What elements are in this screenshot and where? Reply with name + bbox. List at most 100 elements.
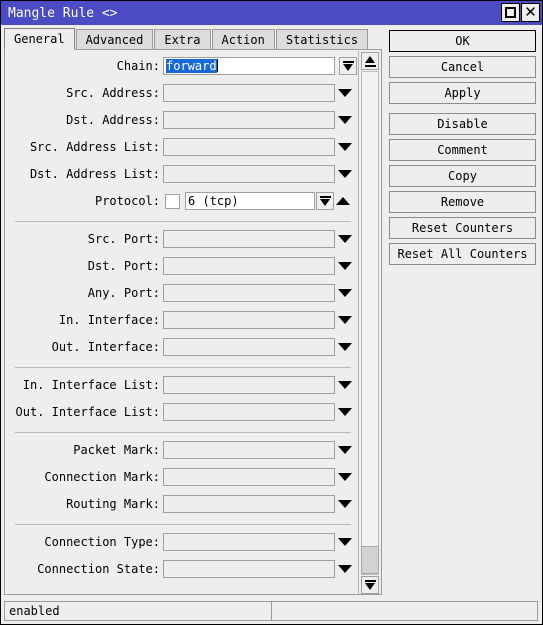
field-row-src-address-list: Src. Address List: — [5, 137, 357, 157]
field-row-dst-address: Dst. Address: — [5, 110, 357, 130]
chain-input-value: forward — [166, 59, 217, 73]
connection-mark-input[interactable] — [163, 468, 335, 486]
dst-port-input[interactable] — [163, 257, 335, 275]
src-port-dropdown-icon[interactable] — [338, 230, 352, 248]
field-row-connection-mark: Connection Mark: — [5, 467, 357, 487]
chain-dropdown-button[interactable] — [339, 57, 357, 75]
close-icon: ✕ — [524, 3, 537, 21]
mangle-rule-dialog: Mangle Rule <> ✕ General Advanced Extra … — [0, 0, 543, 625]
copy-button-label: Copy — [448, 169, 477, 183]
src-address-list-label: Src. Address List: — [29, 140, 160, 154]
tab-extra[interactable]: Extra — [154, 29, 211, 50]
protocol-checkbox[interactable] — [165, 193, 180, 209]
protocol-input[interactable]: 6 (tcp) — [185, 192, 315, 210]
out-interface-list-dropdown-icon[interactable] — [338, 403, 352, 421]
field-row-in-interface-list: In. Interface List: — [5, 375, 357, 395]
connection-state-label: Connection State: — [37, 562, 160, 576]
chain-input[interactable]: forward — [163, 57, 335, 75]
src-port-input[interactable] — [163, 230, 335, 248]
tab-advanced-label: Advanced — [85, 33, 144, 47]
packet-mark-input[interactable] — [163, 441, 335, 459]
src-address-input[interactable] — [163, 84, 335, 102]
remove-button[interactable]: Remove — [389, 191, 536, 213]
dropdown-icon — [342, 60, 354, 72]
field-row-out-interface-list: Out. Interface List: — [5, 402, 357, 422]
out-interface-list-input[interactable] — [163, 403, 335, 421]
in-interface-input[interactable] — [163, 311, 335, 329]
dst-address-list-label: Dst. Address List: — [29, 167, 160, 181]
apply-button[interactable]: Apply — [389, 82, 536, 104]
status-state-text: enabled — [9, 604, 60, 618]
disable-button[interactable]: Disable — [389, 113, 536, 135]
tab-advanced[interactable]: Advanced — [75, 29, 154, 50]
tab-general[interactable]: General — [4, 28, 75, 50]
in-interface-label: In. Interface: — [58, 313, 160, 327]
scrollbar-track[interactable] — [361, 71, 379, 575]
comment-button[interactable]: Comment — [389, 139, 536, 161]
connection-type-label: Connection Type: — [44, 535, 160, 549]
any-port-input[interactable] — [163, 284, 335, 302]
action-button-column: OK Cancel Apply Disable Comment Copy Rem… — [389, 30, 538, 269]
routing-mark-dropdown-icon[interactable] — [338, 495, 352, 513]
ok-button-label: OK — [455, 34, 470, 48]
protocol-dropdown-button[interactable] — [316, 192, 334, 210]
connection-mark-dropdown-icon[interactable] — [338, 468, 352, 486]
in-interface-dropdown-icon[interactable] — [338, 311, 352, 329]
separator — [15, 524, 351, 525]
status-bar: enabled — [4, 601, 539, 621]
in-interface-list-label: In. Interface List: — [22, 378, 160, 392]
scrollbar-thumb[interactable] — [361, 546, 379, 574]
src-address-list-input[interactable] — [163, 138, 335, 156]
dst-address-list-dropdown-icon[interactable] — [338, 165, 352, 183]
src-address-list-dropdown-icon[interactable] — [338, 138, 352, 156]
field-row-connection-type: Connection Type: — [5, 532, 357, 552]
dst-address-input[interactable] — [163, 111, 335, 129]
dst-address-dropdown-icon[interactable] — [338, 111, 352, 129]
src-address-dropdown-icon[interactable] — [338, 84, 352, 102]
connection-state-input[interactable] — [163, 560, 335, 578]
scroll-up-icon — [364, 55, 376, 67]
connection-type-input[interactable] — [163, 533, 335, 551]
field-row-connection-state: Connection State: — [5, 559, 357, 579]
connection-type-dropdown-icon[interactable] — [338, 533, 352, 551]
connection-mark-label: Connection Mark: — [44, 470, 160, 484]
close-button[interactable]: ✕ — [521, 3, 540, 22]
maximize-button[interactable] — [501, 3, 520, 22]
connection-state-dropdown-icon[interactable] — [338, 560, 352, 578]
protocol-value: 6 (tcp) — [188, 194, 239, 208]
protocol-collapse-icon[interactable] — [336, 192, 350, 210]
in-interface-list-input[interactable] — [163, 376, 335, 394]
tab-statistics[interactable]: Statistics — [275, 29, 369, 50]
any-port-dropdown-icon[interactable] — [338, 284, 352, 302]
dst-port-label: Dst. Port: — [87, 259, 160, 273]
out-interface-input[interactable] — [163, 338, 335, 356]
tab-action[interactable]: Action — [211, 29, 275, 50]
protocol-label: Protocol: — [94, 194, 160, 208]
apply-button-label: Apply — [444, 86, 481, 100]
cancel-button[interactable]: Cancel — [389, 56, 536, 78]
routing-mark-input[interactable] — [163, 495, 335, 513]
dst-port-dropdown-icon[interactable] — [338, 257, 352, 275]
dst-address-list-input[interactable] — [163, 165, 335, 183]
out-interface-dropdown-icon[interactable] — [338, 338, 352, 356]
any-port-label: Any. Port: — [87, 286, 160, 300]
scroll-down-button[interactable] — [361, 576, 379, 594]
scroll-up-button[interactable] — [361, 52, 379, 70]
field-row-protocol: Protocol: 6 (tcp) — [5, 191, 357, 211]
packet-mark-dropdown-icon[interactable] — [338, 441, 352, 459]
field-row-src-address: Src. Address: — [5, 83, 357, 103]
form-scrollbar[interactable] — [358, 51, 380, 594]
scroll-down-icon — [364, 579, 376, 591]
maximize-icon — [505, 7, 516, 18]
chain-label: Chain: — [116, 59, 160, 73]
ok-button[interactable]: OK — [389, 30, 536, 52]
copy-button[interactable]: Copy — [389, 165, 536, 187]
disable-button-label: Disable — [437, 117, 488, 131]
reset-counters-button-label: Reset Counters — [411, 221, 514, 235]
window-controls: ✕ — [501, 3, 540, 22]
status-cell-state: enabled — [4, 601, 272, 621]
reset-all-counters-button-label: Reset All Counters — [397, 247, 528, 261]
reset-counters-button[interactable]: Reset Counters — [389, 217, 536, 239]
in-interface-list-dropdown-icon[interactable] — [338, 376, 352, 394]
reset-all-counters-button[interactable]: Reset All Counters — [389, 243, 536, 265]
